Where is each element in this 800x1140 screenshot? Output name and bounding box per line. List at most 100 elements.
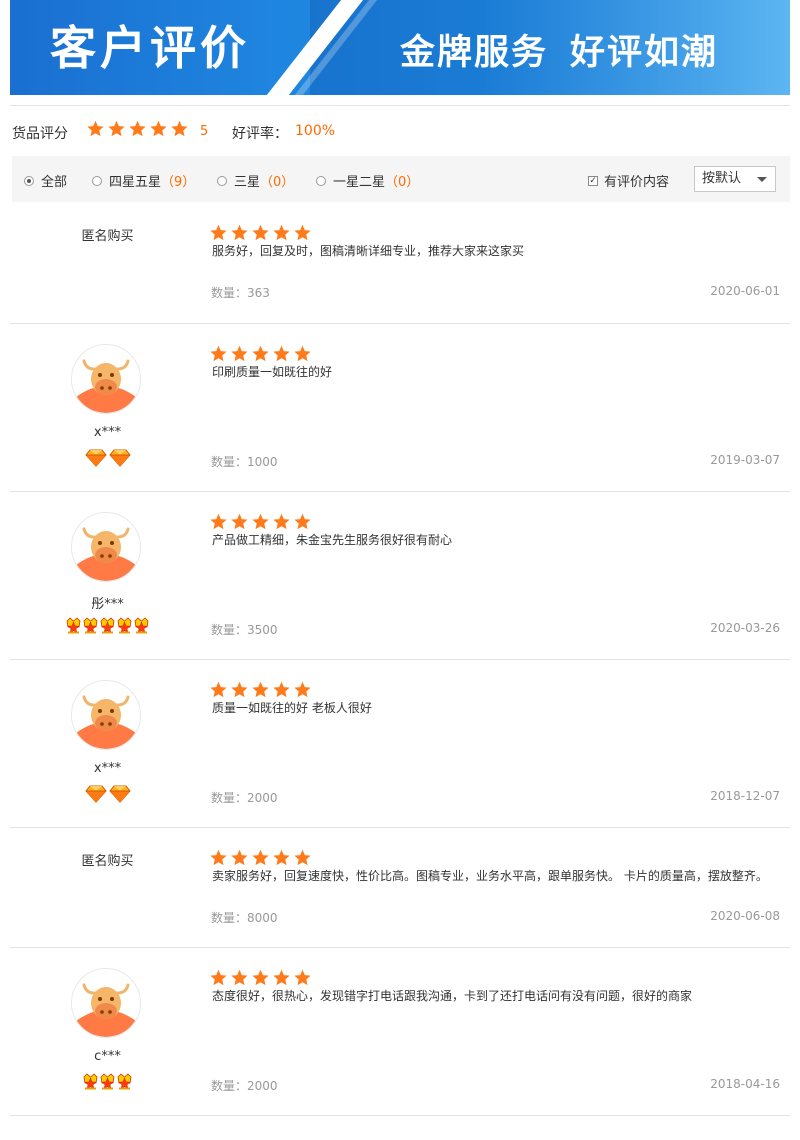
filter-3-star-radio[interactable]: 三星 （0） xyxy=(217,171,294,190)
quantity-value: 1000 xyxy=(247,455,278,469)
review-quantity: 数量：2000 xyxy=(211,1077,278,1094)
crown-badge-icon xyxy=(83,1073,98,1090)
crown-badge-icon xyxy=(117,617,132,634)
crown-badge-icon xyxy=(83,617,98,634)
filter-4-5-star-radio[interactable]: 四星五星 （9） xyxy=(92,171,195,190)
positive-rate-label: 好评率： xyxy=(232,126,288,142)
crown-badge-icon xyxy=(134,617,149,634)
star-icon xyxy=(231,513,248,530)
filter-3-star-count: （0） xyxy=(260,175,295,190)
crown-badge-icon xyxy=(66,617,81,634)
radio-indicator[interactable] xyxy=(316,175,326,186)
banner-slogan: 金牌服务 好评如潮 xyxy=(400,24,718,75)
star-icon xyxy=(171,120,188,137)
star-icon xyxy=(294,224,311,241)
filter-4-5-star-label: 四星五星 xyxy=(109,175,162,190)
review-date: 2020-06-01 xyxy=(710,284,780,298)
quantity-label: 数量： xyxy=(211,623,248,637)
anonymous-label: 匿名购买 xyxy=(81,854,134,869)
bull-avatar-icon xyxy=(72,345,140,413)
star-icon xyxy=(252,849,269,866)
banner-slogan-b: 好评如潮 xyxy=(570,33,719,73)
review-date: 2018-04-16 xyxy=(710,1077,780,1091)
star-icon xyxy=(273,513,290,530)
review-item: x*** 质量一如既往的好 老板人很好 数量：2000 2018-12-07 xyxy=(10,659,790,827)
star-icon xyxy=(210,224,227,241)
filter-all-radio[interactable]: 全部 xyxy=(24,171,67,190)
has-content-checkbox[interactable]: ✓ 有评价内容 xyxy=(588,171,669,190)
star-rating xyxy=(210,681,311,698)
star-icon xyxy=(273,969,290,986)
star-icon xyxy=(210,513,227,530)
user-level-badges xyxy=(10,785,205,803)
divider xyxy=(10,105,790,106)
review-content: 卖家服务好，回复速度快，性价比高。图稿专业，业务水平高，跟单服务快。 卡片的质量… xyxy=(212,869,768,883)
star-icon xyxy=(231,224,248,241)
user-level-badges xyxy=(10,449,205,467)
star-rating xyxy=(210,513,311,530)
user-level-badges xyxy=(10,1073,205,1090)
quantity-label: 数量： xyxy=(211,455,248,469)
username: x*** xyxy=(93,761,122,776)
user-level-badges xyxy=(10,617,205,634)
score-label: 货品评分 xyxy=(12,126,68,142)
star-icon xyxy=(294,969,311,986)
positive-rate-value: 100% xyxy=(295,123,336,139)
star-icon xyxy=(210,345,227,362)
filter-1-2-star-radio[interactable]: 一星二星 （0） xyxy=(316,171,419,190)
review-item: x*** 印刷质量一如既往的好 数量：1000 2019-03-07 xyxy=(10,323,790,491)
review-date: 2020-06-08 xyxy=(710,909,780,923)
chevron-down-icon[interactable] xyxy=(757,177,767,182)
avatar xyxy=(71,968,141,1038)
radio-indicator[interactable] xyxy=(92,175,102,186)
bull-avatar-icon xyxy=(72,681,140,749)
filter-bar: 全部 四星五星 （9） 三星 （0） 一星二星 （0） ✓ 有评价内容 按默认 xyxy=(12,156,790,202)
star-icon xyxy=(210,681,227,698)
star-icon xyxy=(294,681,311,698)
review-content: 服务好，回复及时，图稿清晰详细专业，推荐大家来这家买 xyxy=(212,244,525,258)
star-icon xyxy=(231,849,248,866)
star-icon xyxy=(150,120,167,137)
bull-avatar-icon xyxy=(72,513,140,581)
star-icon xyxy=(252,969,269,986)
star-icon xyxy=(273,681,290,698)
quantity-label: 数量： xyxy=(211,1079,248,1093)
crown-badge-icon xyxy=(100,617,115,634)
username: c*** xyxy=(94,1049,121,1064)
filter-1-2-star-label: 一星二星 xyxy=(333,175,386,190)
star-icon xyxy=(252,224,269,241)
avatar xyxy=(71,512,141,582)
review-item: 彤*** 产品做工精细，朱金宝先生服务很好很有耐心 数量：3500 2020-03-2… xyxy=(10,491,790,659)
quantity-value: 8000 xyxy=(247,911,278,925)
star-icon xyxy=(294,345,311,362)
review-content: 印刷质量一如既往的好 xyxy=(212,365,333,379)
star-rating xyxy=(210,345,311,362)
divider xyxy=(10,1115,790,1116)
review-quantity: 数量：1000 xyxy=(211,453,278,470)
username: x*** xyxy=(93,425,122,440)
quantity-value: 3500 xyxy=(247,623,278,637)
star-icon xyxy=(210,969,227,986)
quantity-label: 数量： xyxy=(211,911,248,925)
star-icon xyxy=(231,345,248,362)
radio-indicator[interactable] xyxy=(217,175,227,186)
star-icon xyxy=(273,224,290,241)
checkbox-checked-icon[interactable]: ✓ xyxy=(588,175,598,186)
sort-select[interactable]: 按默认 xyxy=(694,166,776,192)
review-date: 2019-03-07 xyxy=(710,453,780,467)
star-rating xyxy=(210,849,311,866)
header-banner: 客户评价 金牌服务 好评如潮 xyxy=(10,0,790,95)
review-content: 态度很好，很热心，发现错字打电话跟我沟通，卡到了还打电话问有没有问题，很好的商家 xyxy=(212,989,693,1003)
review-content: 质量一如既往的好 老板人很好 xyxy=(212,701,372,715)
review-item: 匿名购买卖家服务好，回复速度快，性价比高。图稿专业，业务水平高，跟单服务快。 卡… xyxy=(10,827,790,947)
avatar xyxy=(71,680,141,750)
review-quantity: 数量：363 xyxy=(211,284,270,301)
review-item: c*** 态度很好，很热心，发现错字打电话跟我沟通，卡到了还打电话问有没有问题，很… xyxy=(10,947,790,1115)
diamond-badge-icon xyxy=(84,449,107,467)
star-icon xyxy=(108,120,125,137)
star-rating xyxy=(210,969,311,986)
star-icon xyxy=(252,513,269,530)
filter-4-5-star-count: （9） xyxy=(161,175,196,190)
filter-1-2-star-count: （0） xyxy=(385,175,420,190)
radio-indicator[interactable] xyxy=(24,175,34,186)
